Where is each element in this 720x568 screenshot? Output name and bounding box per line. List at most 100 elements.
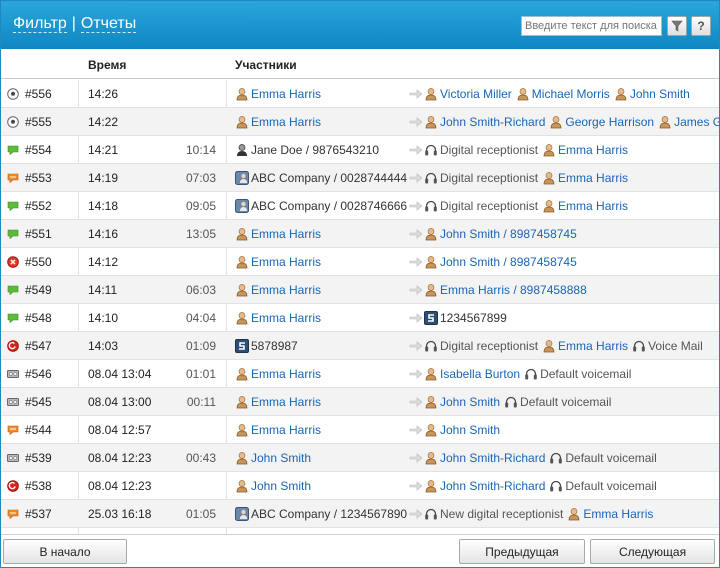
- participant-link[interactable]: John Smith / 8987458745: [424, 255, 577, 269]
- participant-name[interactable]: Isabella Burton: [440, 367, 520, 381]
- failed-call-icon: [7, 256, 19, 268]
- next-page-button[interactable]: Следующая: [590, 539, 715, 564]
- participant-link[interactable]: Emma Harris: [542, 143, 628, 157]
- participant-link[interactable]: James Green: [658, 115, 720, 129]
- table-row[interactable]: #539 08.04 12:23 00:43 John Smith John Smith…: [1, 444, 719, 472]
- table-row[interactable]: #553 14:19 07:03 ABC Company / 0028744444 Di…: [1, 164, 719, 192]
- participant-link[interactable]: John Smith: [614, 87, 690, 101]
- participant-name[interactable]: Emma Harris: [251, 311, 321, 325]
- participant-name: Digital receptionist: [440, 339, 539, 353]
- help-button[interactable]: ?: [691, 16, 711, 36]
- table-row[interactable]: #545 08.04 13:00 00:11 Emma Harris John Smit…: [1, 388, 719, 416]
- column-participants[interactable]: Участники: [235, 58, 297, 72]
- participant-link[interactable]: Isabella Burton: [424, 367, 520, 381]
- table-row[interactable]: #544 08.04 12:57 Emma Harris John Smith: [1, 416, 719, 444]
- participant-link[interactable]: Emma Harris: [235, 367, 321, 381]
- voicemail-call-icon: [7, 480, 19, 492]
- participant-link[interactable]: Emma Harris: [542, 171, 628, 185]
- filter-button[interactable]: [667, 16, 687, 36]
- answered-call-icon: [7, 285, 19, 296]
- participant-name[interactable]: Emma Harris: [251, 283, 321, 297]
- headset-icon: [505, 396, 517, 408]
- participant-link[interactable]: Michael Morris: [516, 87, 610, 101]
- participant-link[interactable]: Emma Harris: [542, 339, 628, 353]
- participant-name: Default voicemail: [520, 395, 612, 409]
- participant-name[interactable]: John Smith: [440, 423, 500, 437]
- participant-name[interactable]: John Smith-Richard: [440, 115, 545, 129]
- table-row[interactable]: #550 14:12 Emma Harris John Smith / 8987458…: [1, 248, 719, 276]
- forward-arrow-icon: [409, 173, 423, 183]
- participant-name[interactable]: Emma Harris: [558, 143, 628, 157]
- table-row[interactable]: #548 14:10 04:04 Emma Harris 1234567899: [1, 304, 719, 332]
- table-row[interactable]: #549 14:11 06:03 Emma Harris Emma Harris / 8…: [1, 276, 719, 304]
- participant-link[interactable]: John Smith-Richard: [424, 451, 545, 465]
- participant-name[interactable]: Emma Harris / 8987458888: [440, 283, 587, 297]
- table-row[interactable]: #537 25.03 16:18 01:05 ABC Company / 123456…: [1, 500, 719, 528]
- first-page-button[interactable]: В начало: [3, 539, 127, 564]
- participant-name[interactable]: John Smith: [440, 395, 500, 409]
- table-row[interactable]: #552 14:18 09:05 ABC Company / 0028746666 Di…: [1, 192, 719, 220]
- participant-name[interactable]: George Harrison: [565, 115, 654, 129]
- participant-name[interactable]: Emma Harris: [583, 507, 653, 521]
- tab-reports[interactable]: Отчеты: [80, 15, 137, 33]
- participant-link[interactable]: Emma Harris: [235, 115, 321, 129]
- participant-name[interactable]: Emma Harris: [251, 255, 321, 269]
- participant-link[interactable]: Emma Harris: [235, 87, 321, 101]
- participant-name[interactable]: Michael Morris: [532, 87, 610, 101]
- participant-name[interactable]: Emma Harris: [251, 395, 321, 409]
- table-row[interactable]: #555 14:22 Emma Harris John Smith-Richard Ge…: [1, 108, 720, 136]
- participant-name[interactable]: John Smith-Richard: [440, 451, 545, 465]
- participant-name[interactable]: John Smith: [251, 479, 311, 493]
- tab-filter[interactable]: Фильтр: [13, 15, 67, 33]
- table-row[interactable]: #538 08.04 12:23 John Smith John Smith-Rich…: [1, 472, 719, 500]
- participant-link[interactable]: John Smith: [235, 479, 311, 493]
- table-row[interactable]: #554 14:21 10:14 Jane Doe / 9876543210 Digit…: [1, 136, 719, 164]
- participant-name[interactable]: Emma Harris: [251, 367, 321, 381]
- participant-link[interactable]: George Harrison: [549, 115, 654, 129]
- participant-link[interactable]: Emma Harris: [235, 423, 321, 437]
- participant-name[interactable]: Emma Harris: [251, 115, 321, 129]
- table-row[interactable]: #547 14:03 01:09 5878987 Digital receptionis…: [1, 332, 719, 360]
- table-row[interactable]: #551 14:16 13:05 Emma Harris John Smith / 89…: [1, 220, 719, 248]
- participant-name[interactable]: Emma Harris: [251, 227, 321, 241]
- participant-link[interactable]: John Smith: [424, 395, 500, 409]
- participant-name[interactable]: Emma Harris: [558, 171, 628, 185]
- participant-link[interactable]: John Smith-Richard: [424, 115, 545, 129]
- participant-name[interactable]: John Smith / 8987458745: [440, 227, 577, 241]
- table-row[interactable]: #546 08.04 13:04 01:01 Emma Harris Isabella …: [1, 360, 719, 388]
- search-input[interactable]: [521, 16, 662, 36]
- participant-link[interactable]: Emma Harris: [235, 255, 321, 269]
- participant-name[interactable]: John Smith: [630, 87, 690, 101]
- participant-name[interactable]: John Smith / 8987458745: [440, 255, 577, 269]
- participant-name[interactable]: Emma Harris: [251, 423, 321, 437]
- participant-name: New digital receptionist: [440, 507, 564, 521]
- participant-name[interactable]: Emma Harris: [558, 199, 628, 213]
- participant-link[interactable]: John Smith / 8987458745: [424, 227, 577, 241]
- participant-name[interactable]: Victoria Miller: [440, 87, 512, 101]
- participant-name[interactable]: Emma Harris: [251, 87, 321, 101]
- forward-arrow-icon: [409, 89, 423, 99]
- participant-link[interactable]: Emma Harris / 8987458888: [424, 283, 587, 297]
- participant-link[interactable]: John Smith-Richard: [424, 479, 545, 493]
- column-time[interactable]: Время: [88, 58, 126, 72]
- participant-link[interactable]: John Smith: [235, 451, 311, 465]
- table-row[interactable]: #556 14:26 Emma Harris Victoria Miller Micha…: [1, 80, 719, 108]
- participant-link[interactable]: John Smith: [424, 423, 500, 437]
- participant: Digital receptionist: [424, 143, 538, 157]
- participant-name[interactable]: John Smith-Richard: [440, 479, 545, 493]
- participant-name[interactable]: John Smith: [251, 451, 311, 465]
- caller: Emma Harris: [235, 115, 325, 129]
- user-icon: [236, 284, 248, 297]
- recording-icon: [7, 370, 19, 378]
- participant: 5878987: [235, 339, 298, 353]
- participant-link[interactable]: Emma Harris: [542, 199, 628, 213]
- participant-link[interactable]: Emma Harris: [235, 395, 321, 409]
- participant-name[interactable]: Emma Harris: [558, 339, 628, 353]
- participant-link[interactable]: Emma Harris: [235, 227, 321, 241]
- participant-link[interactable]: Emma Harris: [567, 507, 653, 521]
- participant-link[interactable]: Emma Harris: [235, 311, 321, 325]
- participant-link[interactable]: Victoria Miller: [424, 87, 512, 101]
- participant-link[interactable]: Emma Harris: [235, 283, 321, 297]
- participant-name[interactable]: James Green: [674, 115, 720, 129]
- previous-page-button[interactable]: Предыдущая: [459, 539, 585, 564]
